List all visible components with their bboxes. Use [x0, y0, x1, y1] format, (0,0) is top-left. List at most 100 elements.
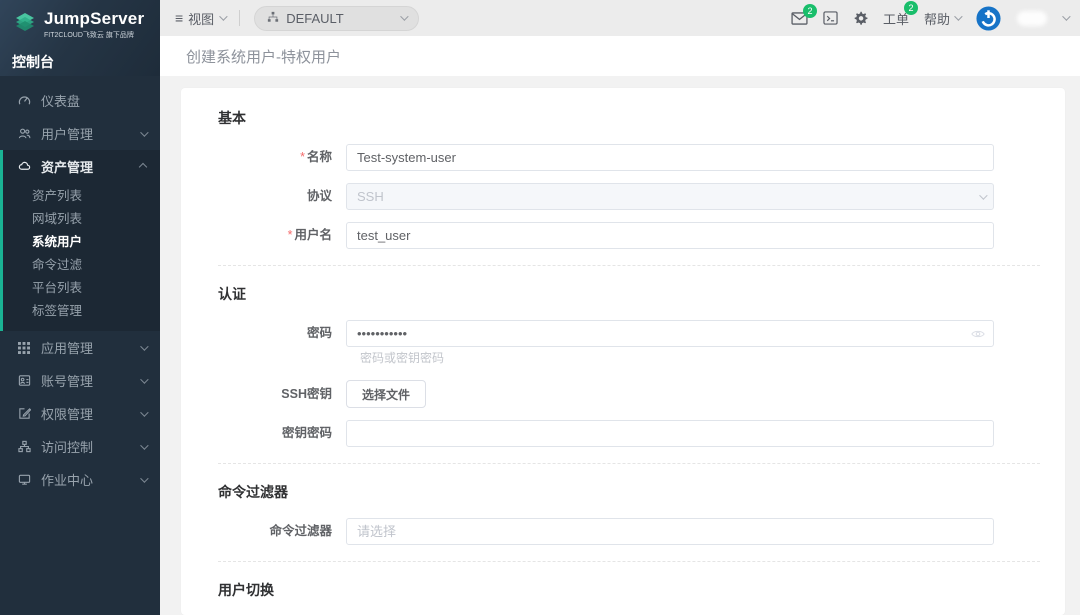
console-label: 控制台: [12, 52, 160, 72]
ssh-key-label: SSH密钥: [218, 387, 346, 402]
accounts-icon: [17, 374, 31, 388]
command-filter-label: 命令过滤器: [218, 524, 346, 539]
help-menu[interactable]: 帮助: [924, 9, 960, 28]
content-area: 基本 *名称 协议 *用户名 认证: [160, 76, 1080, 615]
sidebar-nav: 仪表盘 用户管理: [0, 76, 160, 496]
sidebar-item-label: 访问控制: [41, 437, 140, 456]
sidebar-group-asset-management: 资产管理 资产列表 网域列表 系统用户 命令过滤 平台列表 标签管理: [0, 150, 160, 331]
sidebar-item-permission-management[interactable]: 权限管理: [0, 397, 160, 430]
protocol-label: 协议: [218, 189, 346, 204]
sidebar-subitem-label-management[interactable]: 标签管理: [3, 300, 160, 323]
sidebar-item-account-management[interactable]: 账号管理: [0, 364, 160, 397]
choose-file-button[interactable]: 选择文件: [346, 380, 426, 408]
assets-icon: [17, 160, 31, 174]
section-divider: [218, 265, 1040, 266]
sidebar-item-label: 用户管理: [41, 124, 140, 143]
job-center-icon: [17, 473, 31, 487]
username-label: *用户名: [218, 228, 346, 243]
name-input[interactable]: [346, 144, 994, 171]
sidebar-item-label: 作业中心: [41, 470, 140, 489]
web-terminal-button[interactable]: [823, 11, 838, 25]
main-area: ≡ 视图 DEFAULT: [160, 0, 1080, 615]
section-title-command-filter: 命令过滤器: [218, 482, 1040, 502]
password-label: 密码: [218, 326, 346, 341]
protocol-select: [346, 183, 994, 210]
settings-button[interactable]: [853, 11, 868, 26]
form-card: 基本 *名称 协议 *用户名 认证: [181, 88, 1065, 615]
section-divider: [218, 463, 1040, 464]
chevron-down-icon: [140, 441, 148, 449]
gauge-icon: [17, 94, 31, 108]
sidebar-subitem-domain-list[interactable]: 网域列表: [3, 208, 160, 231]
sidebar-item-job-center[interactable]: 作业中心: [0, 463, 160, 496]
required-mark: *: [288, 228, 293, 242]
sidebar-subitem-asset-list[interactable]: 资产列表: [3, 185, 160, 208]
chevron-down-icon: [140, 408, 148, 416]
chevron-down-icon: [140, 342, 148, 350]
page-header: 创建系统用户-特权用户: [160, 36, 1080, 76]
help-label: 帮助: [924, 9, 950, 28]
tickets-button[interactable]: 工单 2: [883, 9, 909, 28]
password-input[interactable]: [346, 320, 994, 347]
sidebar-header: JumpServer FIT2CLOUD飞致云 旗下品牌 控制台: [0, 0, 160, 76]
key-password-label: 密钥密码: [218, 426, 346, 441]
apps-icon: [17, 341, 31, 355]
chevron-down-icon[interactable]: [1062, 12, 1070, 20]
user-avatar[interactable]: [1017, 11, 1047, 26]
chevron-down-icon: [140, 474, 148, 482]
sidebar-item-access-control[interactable]: 访问控制: [0, 430, 160, 463]
app-window: JumpServer FIT2CLOUD飞致云 旗下品牌 控制台 仪表盘: [0, 0, 1080, 615]
sidebar-subitem-command-filters[interactable]: 命令过滤: [3, 254, 160, 277]
chevron-down-icon: [140, 128, 148, 136]
sidebar-item-dashboard[interactable]: 仪表盘: [0, 84, 160, 117]
username-input[interactable]: [346, 222, 994, 249]
permissions-icon: [17, 407, 31, 421]
chevron-down-icon: [954, 12, 962, 20]
command-filter-select[interactable]: [346, 518, 994, 545]
page-title: 创建系统用户-特权用户: [186, 46, 341, 67]
password-hint: 密码或密钥密码: [360, 349, 1040, 366]
users-icon: [17, 127, 31, 141]
access-control-icon: [17, 440, 31, 454]
sidebar-item-asset-management[interactable]: 资产管理: [3, 150, 160, 183]
sidebar-item-user-management[interactable]: 用户管理: [0, 117, 160, 150]
brand-logo[interactable]: JumpServer FIT2CLOUD飞致云 旗下品牌: [12, 9, 160, 40]
required-mark: *: [300, 150, 305, 164]
power-logo-icon[interactable]: [975, 5, 1002, 32]
chevron-down-icon: [400, 12, 408, 20]
sidebar-item-label: 应用管理: [41, 338, 140, 357]
view-menu-button[interactable]: ≡ 视图: [175, 9, 225, 28]
sidebar: JumpServer FIT2CLOUD飞致云 旗下品牌 控制台 仪表盘: [0, 0, 160, 615]
sidebar-subitem-platform-list[interactable]: 平台列表: [3, 277, 160, 300]
tickets-badge: 2: [904, 1, 918, 15]
messages-badge: 2: [803, 4, 817, 18]
brand-subtitle: FIT2CLOUD飞致云 旗下品牌: [44, 30, 144, 40]
brand-title: JumpServer: [44, 9, 144, 29]
section-title-auth: 认证: [218, 284, 1040, 304]
key-password-input[interactable]: [346, 420, 994, 447]
show-password-button[interactable]: [971, 329, 985, 339]
sidebar-item-label: 权限管理: [41, 404, 140, 423]
sidebar-item-app-management[interactable]: 应用管理: [0, 331, 160, 364]
sidebar-item-label: 资产管理: [41, 157, 140, 176]
hamburger-icon: ≡: [175, 10, 183, 26]
sidebar-subitem-system-users[interactable]: 系统用户: [3, 231, 160, 254]
sidebar-item-label: 仪表盘: [41, 91, 146, 110]
org-selector[interactable]: DEFAULT: [254, 6, 419, 31]
topbar-divider: [239, 10, 240, 26]
chevron-down-icon: [140, 375, 148, 383]
org-selector-value: DEFAULT: [286, 11, 393, 26]
topbar: ≡ 视图 DEFAULT: [160, 0, 1080, 36]
avatar-blurred: [1017, 11, 1047, 26]
view-menu-label: 视图: [188, 9, 214, 28]
messages-button[interactable]: 2: [791, 12, 808, 25]
section-divider: [218, 561, 1040, 562]
section-title-basic: 基本: [218, 108, 1040, 128]
jumpserver-logo-icon: [12, 9, 38, 40]
name-label: *名称: [218, 150, 346, 165]
sidebar-item-label: 账号管理: [41, 371, 140, 390]
section-title-user-switch: 用户切换: [218, 580, 1040, 600]
asset-submenu: 资产列表 网域列表 系统用户 命令过滤 平台列表 标签管理: [3, 183, 160, 331]
org-sitemap-icon: [267, 11, 279, 26]
chevron-up-icon: [139, 162, 147, 170]
